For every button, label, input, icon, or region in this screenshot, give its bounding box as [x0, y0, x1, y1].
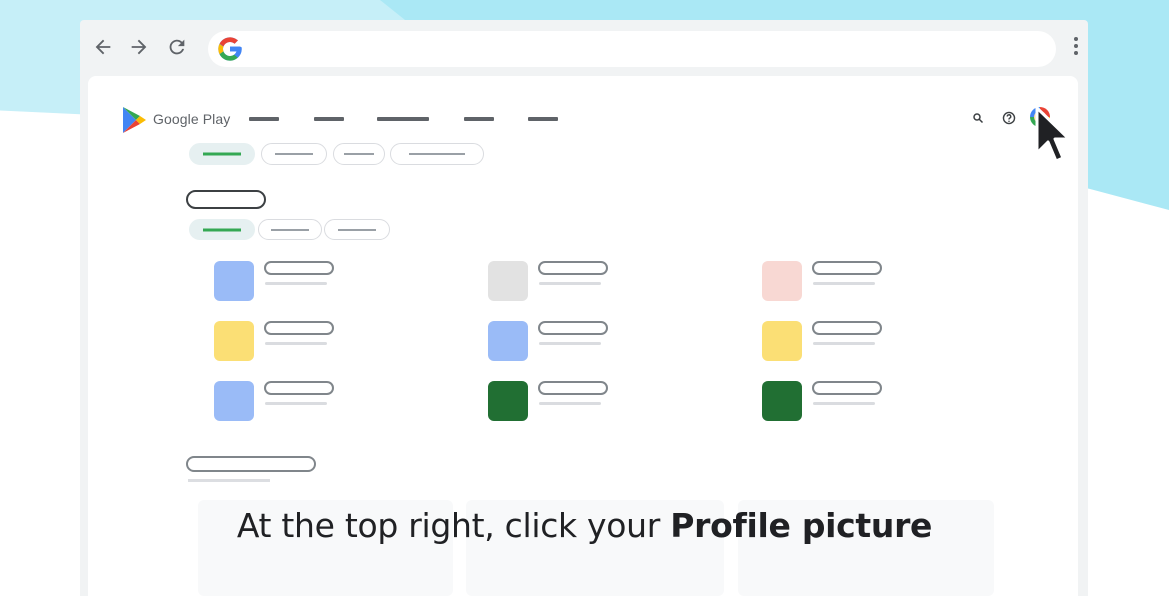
app-list-item[interactable]	[762, 261, 1012, 305]
app-title-placeholder	[264, 261, 334, 275]
app-list-item[interactable]	[762, 381, 1012, 425]
app-subtitle-placeholder	[539, 342, 601, 345]
section-title	[186, 456, 316, 472]
app-icon	[214, 261, 254, 301]
tab-pill[interactable]	[189, 143, 255, 165]
mouse-pointer-icon	[1035, 106, 1070, 163]
tab-pill[interactable]	[390, 143, 484, 165]
caption-text: At the top right, click your	[236, 506, 671, 545]
app-icon	[488, 381, 528, 421]
app-title-placeholder	[264, 381, 334, 395]
app-list-item[interactable]	[214, 321, 464, 365]
app-icon	[762, 381, 802, 421]
app-icon	[762, 261, 802, 301]
app-subtitle-placeholder	[265, 402, 327, 405]
tutorial-caption: At the top right, click your Profile pic…	[0, 506, 1169, 545]
app-list-item[interactable]	[488, 381, 738, 425]
section-title	[186, 190, 266, 209]
tab-pill[interactable]	[261, 143, 327, 165]
app-list-item[interactable]	[214, 261, 464, 305]
app-list-item[interactable]	[762, 321, 1012, 365]
app-icon	[762, 321, 802, 361]
app-title-placeholder	[812, 381, 882, 395]
app-icon	[488, 321, 528, 361]
help-icon	[1002, 111, 1016, 125]
app-title-placeholder	[812, 321, 882, 335]
app-title-placeholder	[812, 261, 882, 275]
more-vert-icon[interactable]	[1070, 34, 1082, 58]
chip-filter[interactable]	[189, 219, 255, 240]
reload-icon	[169, 39, 185, 55]
caption-emphasis: Profile picture	[670, 506, 933, 545]
nav-item[interactable]	[464, 117, 494, 121]
app-icon	[214, 381, 254, 421]
chip-filter[interactable]	[324, 219, 390, 240]
app-subtitle-placeholder	[813, 402, 875, 405]
google-g-icon	[218, 37, 242, 61]
app-title-placeholder	[264, 321, 334, 335]
chip-filter[interactable]	[258, 219, 322, 240]
app-icon	[488, 261, 528, 301]
tab-pill[interactable]	[333, 143, 385, 165]
app-subtitle-placeholder	[813, 282, 875, 285]
search-icon	[973, 113, 984, 124]
address-bar[interactable]	[208, 31, 1056, 67]
nav-item[interactable]	[377, 117, 429, 121]
app-icon	[214, 321, 254, 361]
browser-toolbar	[80, 20, 1088, 76]
arrow-left-icon	[95, 39, 111, 55]
nav-item[interactable]	[528, 117, 558, 121]
help-button[interactable]	[1001, 110, 1017, 126]
app-list-item[interactable]	[488, 321, 738, 365]
app-subtitle-placeholder	[539, 282, 601, 285]
app-subtitle-placeholder	[265, 342, 327, 345]
app-subtitle-placeholder	[265, 282, 327, 285]
arrow-right-icon	[131, 39, 147, 55]
nav-item[interactable]	[249, 117, 279, 121]
brand-name[interactable]: Google Play	[153, 111, 230, 127]
google-play-logo-icon[interactable]	[122, 106, 148, 134]
back-button[interactable]	[90, 34, 116, 60]
search-button[interactable]	[970, 110, 986, 126]
app-title-placeholder	[538, 261, 608, 275]
app-subtitle-placeholder	[539, 402, 601, 405]
nav-item[interactable]	[314, 117, 344, 121]
app-title-placeholder	[538, 381, 608, 395]
app-list-item[interactable]	[488, 261, 738, 305]
app-list-item[interactable]	[214, 381, 464, 425]
app-title-placeholder	[538, 321, 608, 335]
reload-button[interactable]	[164, 34, 190, 60]
app-subtitle-placeholder	[813, 342, 875, 345]
forward-button[interactable]	[126, 34, 152, 60]
